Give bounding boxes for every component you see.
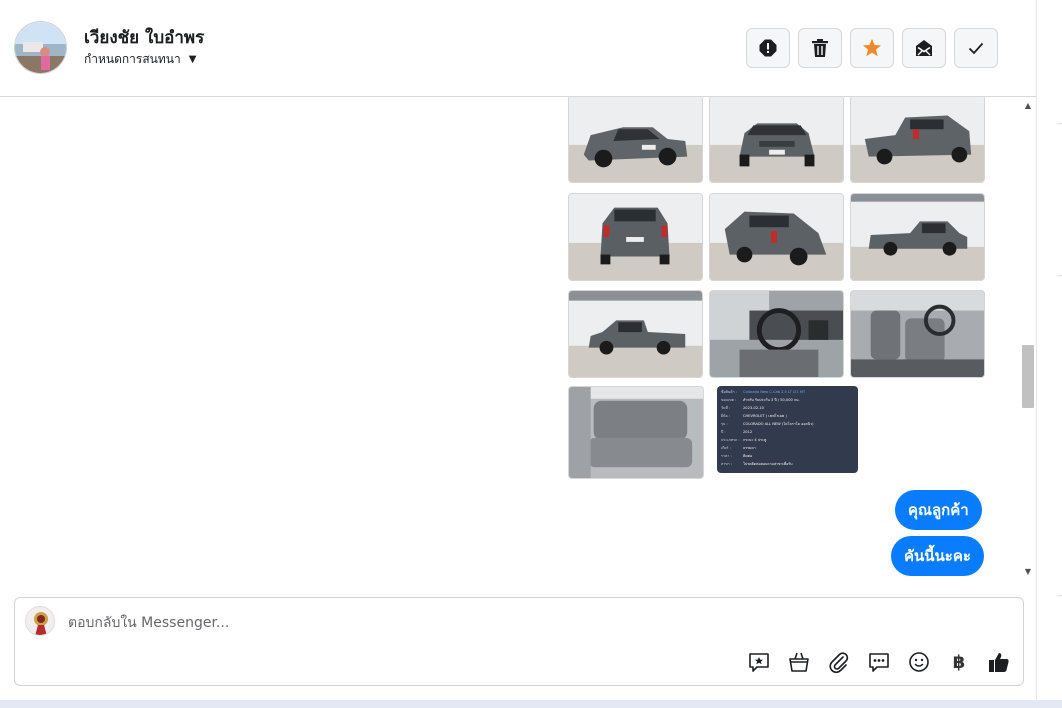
car-photo-front-seats[interactable] [850,290,985,378]
mark-done-button[interactable] [954,28,998,68]
spec-row: ประเภทรถ : กระบะ 4 ประตู [721,438,767,442]
chat-bubble-icon [869,653,889,672]
car-photo-rear-three-quarter-left[interactable] [709,193,844,281]
envelope-icon [916,40,932,56]
saved-reply-icon [749,653,769,672]
car-photo-rear[interactable] [568,193,703,281]
assign-conversation-dropdown[interactable]: กำหนดการสนทนา ▼ [84,50,196,69]
car-photo-side-left[interactable] [568,290,703,378]
contact-avatar[interactable] [14,21,67,74]
like-button[interactable] [987,650,1011,674]
star-icon [863,39,881,57]
saved-reply-button[interactable] [747,650,771,674]
spec-row: รุ่น : COLORADO ALL NEW (โคโลราโด ออลนิว) [721,422,814,426]
spec-row: ราคา : ติดต่อ [721,454,753,458]
scroll-up-arrow-icon[interactable]: ▲ [1023,101,1033,111]
shopping-bag-icon [789,652,809,672]
report-spam-button[interactable] [746,28,790,68]
contact-name: เวียงชัย ใบอำพร [84,28,205,48]
chat-options-button[interactable] [867,650,891,674]
paperclip-icon [829,652,849,673]
thumbs-up-icon [989,653,1009,672]
reply-input[interactable] [68,612,668,634]
alert-icon [759,39,777,57]
car-photo-dashboard[interactable] [709,290,844,378]
page-avatar [25,606,55,636]
baht-icon: ฿ [952,651,966,673]
composer-toolbar: ฿ [747,650,1011,674]
check-icon [968,42,984,55]
spec-row: เกียร์ : ธรรมดา [721,446,756,450]
car-photo-rear-seats[interactable] [568,386,704,479]
spec-row: สาขา : โปรดติดต่อสอบถามสาขาเพื่อรับ [721,462,793,466]
shop-button[interactable] [787,650,811,674]
emoji-button[interactable] [907,650,931,674]
trash-icon [812,39,828,57]
scroll-down-arrow-icon[interactable]: ▼ [1023,567,1033,577]
spec-row: ชื่อสินค้า : Colorado New C-Cab 2.5 LT LT… [721,390,806,394]
conversation-panel: เวียงชัย ใบอำพร กำหนดการสนทนา ▼ ชื่อสินค… [0,0,1036,700]
mark-unread-button[interactable] [902,28,946,68]
reply-composer: ฿ [14,597,1024,686]
smiley-icon [909,652,929,672]
car-photo-side[interactable] [850,193,985,281]
scrollbar-thumb[interactable] [1022,345,1034,408]
spec-row: วันที่ :2023-02-10 [721,406,764,410]
conversation-header: เวียงชัย ใบอำพร กำหนดการสนทนา ▼ [0,0,1036,97]
message-list[interactable]: ชื่อสินค้า : Colorado New C-Cab 2.5 LT LT… [0,97,1020,582]
message-bubble-outgoing[interactable]: คุณลูกค้า [895,490,982,530]
spec-row: ปี :2012 [721,430,753,434]
message-bubble-outgoing[interactable]: คันนี้นะคะ [891,536,984,576]
page-background [0,700,1062,708]
payment-button[interactable]: ฿ [947,650,971,674]
spec-row: ยี่ห้อ : CHEVROLET ( เชฟโรเลต ) [721,414,787,418]
car-photo-front[interactable] [709,97,844,183]
star-button[interactable] [850,28,894,68]
attach-button[interactable] [827,650,851,674]
car-photo-front-three-quarter[interactable] [568,97,703,183]
spec-row: ขอบเขต : สำหรับ รับประกัน 3 ปี / 50,000 ก… [721,398,800,402]
delete-button[interactable] [798,28,842,68]
side-panel-edge [1036,0,1062,708]
assign-label: กำหนดการสนทนา [84,52,181,66]
vehicle-spec-card[interactable]: ชื่อสินค้า : Colorado New C-Cab 2.5 LT LT… [717,386,858,473]
caret-down-icon: ▼ [188,54,197,65]
car-photo-rear-three-quarter[interactable] [850,97,985,183]
header-actions [746,28,998,68]
message-scrollbar[interactable]: ▲ ▼ [1020,97,1036,582]
